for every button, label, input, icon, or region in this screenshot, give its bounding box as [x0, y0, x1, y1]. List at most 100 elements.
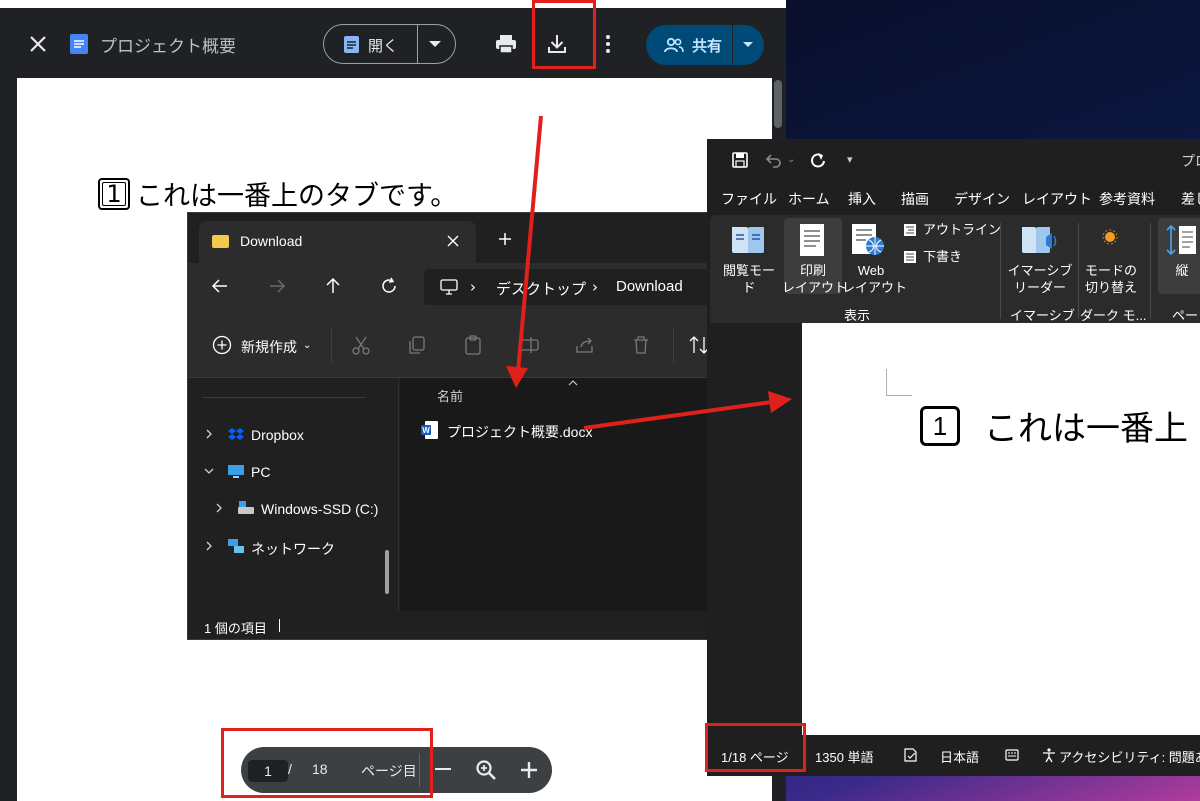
sidebar-item-dropbox[interactable]: Dropbox	[251, 427, 304, 443]
accessibility-status[interactable]: アクセシビリティ: 問題ありま	[1059, 747, 1200, 766]
ribbon-panel: 閲覧モード 印刷 レイアウト Web レイアウト アウトライン 下書き 表示 イ…	[710, 215, 1200, 323]
divider	[673, 328, 674, 362]
proofing-icon[interactable]	[903, 747, 919, 763]
group-label-dark-mode: ダーク モ...	[1080, 308, 1147, 323]
preview-header: プロジェクト概要 開く 共有	[0, 8, 786, 78]
google-docs-icon	[344, 36, 359, 53]
print-icon[interactable]	[494, 32, 518, 56]
customize-toolbar-icon[interactable]: ▾	[847, 153, 853, 166]
group-label-immersive: イマーシブ	[1010, 308, 1075, 323]
word-document-page: 1 これは一番上	[802, 323, 1200, 735]
tab-insert[interactable]: 挿入	[848, 189, 876, 209]
tab-mailings[interactable]: 差し	[1181, 189, 1200, 209]
sun-icon	[1102, 229, 1118, 245]
chevron-down-icon[interactable]	[429, 41, 441, 47]
breadcrumb-desktop[interactable]: デスクトップ	[496, 278, 586, 299]
rename-icon[interactable]	[518, 334, 540, 356]
share-button[interactable]: 共有	[646, 25, 764, 65]
divider	[202, 397, 366, 398]
explorer-tab[interactable]: Download	[199, 221, 476, 263]
read-mode-icon	[732, 227, 764, 253]
margin-mark	[886, 395, 912, 396]
people-icon	[664, 37, 684, 53]
draft-button[interactable]: 下書き	[923, 248, 962, 265]
file-name[interactable]: プロジェクト概要.docx	[447, 422, 592, 442]
chevron-down-icon[interactable]	[204, 466, 214, 476]
zoom-search-icon[interactable]	[475, 759, 497, 781]
chevron-right-icon: ›	[470, 278, 476, 296]
copy-icon[interactable]	[406, 334, 428, 356]
print-layout-icon	[800, 224, 824, 256]
chevron-down-icon[interactable]: ⌄	[787, 154, 795, 165]
sidebar-item-network[interactable]: ネットワーク	[251, 539, 335, 559]
chevron-right-icon[interactable]	[204, 541, 214, 551]
save-icon[interactable]	[731, 151, 749, 169]
immersive-reader-button[interactable]: イマーシブ リーダー	[1006, 262, 1074, 296]
tab-home[interactable]: ホーム	[788, 189, 830, 209]
tab-file[interactable]: ファイル	[721, 189, 777, 209]
highlight-download	[532, 0, 596, 69]
network-icon	[228, 539, 244, 553]
trash-icon[interactable]	[630, 334, 652, 356]
new-tab-icon[interactable]	[497, 231, 513, 247]
cut-icon[interactable]	[350, 334, 372, 356]
draft-icon	[904, 251, 916, 263]
share-label: 共有	[692, 38, 723, 55]
back-icon[interactable]	[210, 276, 230, 296]
word-title-bar: ⌄ ▾ プロ	[707, 139, 1200, 181]
language[interactable]: 日本語	[940, 747, 979, 766]
undo-icon[interactable]	[764, 151, 782, 169]
divider	[732, 25, 733, 65]
highlight-word-page-count	[705, 723, 806, 772]
group-label-view: 表示	[844, 308, 871, 323]
new-button[interactable]: 新規作成	[241, 337, 297, 357]
navigation-pane: Dropbox PC Windows-SSD (C:) ネットワーク	[188, 378, 400, 611]
sidebar-item-pc[interactable]: PC	[251, 464, 270, 480]
document-heading: 1 これは一番上	[920, 401, 1188, 450]
share-icon[interactable]	[574, 334, 596, 356]
word-count[interactable]: 1350 単語	[815, 747, 874, 766]
sidebar-item-windows-ssd[interactable]: Windows-SSD (C:)	[261, 501, 378, 517]
mode-switch-button[interactable]: モードの 切り替え	[1080, 262, 1142, 296]
outline-button[interactable]: アウトライン	[923, 221, 1001, 238]
breadcrumb-download[interactable]: Download	[616, 278, 683, 295]
refresh-icon[interactable]	[379, 276, 399, 296]
print-layout-button[interactable]: 印刷 レイアウト	[782, 262, 847, 296]
read-mode-button[interactable]: 閲覧モード	[718, 262, 780, 296]
forward-icon[interactable]	[267, 276, 287, 296]
accessibility-icon[interactable]	[1041, 747, 1057, 763]
close-icon[interactable]	[445, 233, 461, 249]
pc-icon	[228, 465, 244, 478]
add-circle-icon[interactable]	[212, 335, 232, 355]
column-header-name[interactable]: 名前	[437, 386, 463, 405]
chevron-right-icon[interactable]	[214, 503, 224, 513]
divider	[1150, 223, 1151, 319]
explorer-command-bar: 新規作成 ⌄	[188, 310, 710, 378]
scrollbar[interactable]	[385, 550, 389, 594]
more-vert-icon[interactable]	[598, 32, 618, 56]
address-bar[interactable]: › デスクトップ › Download	[424, 269, 724, 305]
web-layout-icon	[852, 224, 884, 255]
tab-layout[interactable]: レイアウト	[1022, 189, 1092, 209]
explorer-status-bar: 1 個の項目	[188, 611, 710, 639]
tab-references[interactable]: 参考資料	[1099, 189, 1155, 209]
chevron-down-icon[interactable]	[743, 42, 753, 47]
close-icon[interactable]	[26, 32, 50, 56]
redo-icon[interactable]	[809, 151, 827, 169]
vertical-button[interactable]: 縦	[1168, 262, 1196, 279]
web-layout-button[interactable]: Web レイアウト	[842, 262, 907, 296]
heading-text: これは一番上	[984, 411, 1188, 448]
tab-draw[interactable]: 描画	[901, 189, 929, 209]
up-icon[interactable]	[323, 276, 343, 296]
zoom-in-icon[interactable]	[519, 760, 539, 780]
text-predictions-icon[interactable]	[1004, 747, 1020, 763]
open-label: 開く	[368, 38, 399, 55]
chevron-right-icon[interactable]	[204, 429, 214, 439]
tab-title: Download	[240, 233, 303, 249]
scrollbar[interactable]	[774, 80, 782, 128]
tab-design[interactable]: デザイン	[954, 189, 1010, 209]
chevron-down-icon[interactable]: ⌄	[303, 340, 311, 351]
zoom-out-icon[interactable]	[435, 768, 451, 770]
open-button[interactable]: 開く	[323, 24, 456, 64]
paste-icon[interactable]	[462, 334, 484, 356]
